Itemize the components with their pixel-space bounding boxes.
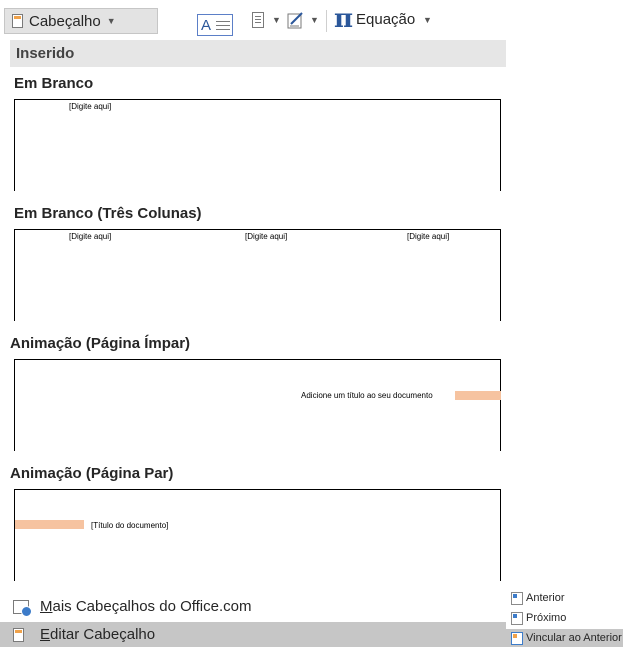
placeholder-text: [Título do documento]: [91, 521, 169, 530]
menu-item-label-rest: ais Cabeçalhos do Office.com: [52, 598, 252, 615]
placeholder-text: [Digite aqui]: [407, 232, 450, 241]
navigation-group: Anterior Próximo Vincular ao Anterior: [506, 585, 623, 647]
next-icon: [511, 611, 523, 625]
header-doc-icon: [12, 14, 23, 28]
equation-label[interactable]: Equação: [356, 11, 415, 28]
gallery-item-title: Animação (Página Par): [10, 465, 174, 482]
office-online-icon: [13, 599, 32, 617]
previous-label: Anterior: [526, 592, 565, 604]
text-box-glyph: A: [201, 17, 212, 34]
gallery-item-em-branco[interactable]: [Digite aqui]: [14, 99, 501, 191]
link-to-previous-button[interactable]: Vincular ao Anterior: [506, 629, 623, 647]
pi-equation-icon[interactable]: π: [334, 4, 353, 34]
link-to-previous-icon: [511, 631, 523, 645]
text-box-icon[interactable]: A: [197, 14, 233, 36]
gallery-section-header: Inserido: [10, 40, 506, 67]
gallery-item-animacao-pagina-impar[interactable]: Adicione um título ao seu documento: [14, 359, 501, 451]
placeholder-text: Adicione um título ao seu documento: [301, 391, 433, 400]
menu-item-label: Mais Cabeçalhos do Office.com: [40, 598, 252, 615]
quick-parts-chevron-icon[interactable]: ▼: [272, 15, 281, 25]
placeholder-text: [Digite aqui]: [245, 232, 288, 241]
accent-bar: [455, 391, 501, 400]
signature-chevron-icon[interactable]: ▼: [310, 15, 319, 25]
placeholder-text: [Digite aqui]: [69, 102, 112, 111]
next-section-button[interactable]: Próximo: [506, 609, 623, 627]
header-dropdown-button[interactable]: Cabeçalho ▼: [4, 8, 158, 34]
edit-header-menu-item[interactable]: Editar Cabeçalho: [0, 622, 506, 647]
next-label: Próximo: [526, 612, 567, 624]
gallery-item-title: Em Branco (Três Colunas): [14, 205, 202, 222]
menu-item-label: Editar Cabeçalho: [40, 626, 155, 643]
gallery-item-em-branco-tres-colunas[interactable]: [Digite aqui] [Digite aqui] [Digite aqui…: [14, 229, 501, 321]
previous-section-button[interactable]: Anterior: [506, 589, 623, 607]
previous-icon: [511, 591, 523, 605]
chevron-down-icon: ▼: [106, 16, 116, 26]
accelerator-key: E: [40, 626, 51, 643]
gallery-item-animacao-pagina-par[interactable]: [Título do documento]: [14, 489, 501, 581]
placeholder-text: [Digite aqui]: [69, 232, 112, 241]
header-button-label: Cabeçalho: [29, 12, 101, 30]
menu-item-label-rest: ditar Cabeçalho: [50, 626, 156, 643]
ribbon-divider: [326, 10, 327, 32]
link-to-previous-label: Vincular ao Anterior: [526, 632, 622, 644]
gallery-item-title: Em Branco: [14, 75, 94, 92]
ribbon-strip: Cabeçalho ▼ A ▼ ▼ π Equação ▼: [0, 0, 506, 40]
quick-parts-icon[interactable]: [252, 12, 264, 28]
equation-chevron-icon[interactable]: ▼: [423, 15, 432, 25]
gallery-item-title: Animação (Página Ímpar): [10, 335, 191, 352]
edit-header-icon: [13, 627, 24, 642]
accent-bar: [15, 520, 84, 529]
signature-line-icon[interactable]: [287, 11, 305, 29]
accelerator-key: M: [40, 598, 53, 615]
more-headers-office-menu-item[interactable]: Mais Cabeçalhos do Office.com: [0, 594, 506, 619]
